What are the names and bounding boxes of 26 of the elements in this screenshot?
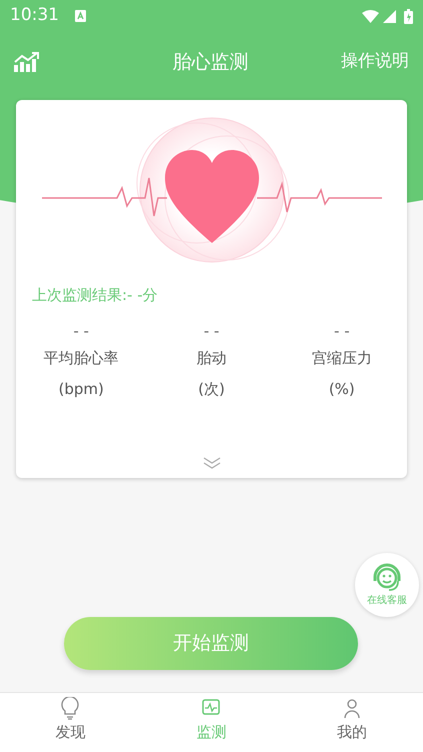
- start-monitoring-button[interactable]: 开始监测: [64, 617, 358, 670]
- lightbulb-icon: [60, 697, 80, 721]
- stat-value: - -: [73, 322, 89, 339]
- stat-unit: (%): [328, 378, 355, 400]
- nav-tab[interactable]: 发现: [0, 693, 141, 752]
- stat-unit: (bpm): [58, 378, 104, 400]
- stat-label: 胎动: [196, 348, 226, 369]
- chart-icon[interactable]: [14, 52, 40, 72]
- nav-tab[interactable]: 监测: [140, 693, 282, 752]
- instructions-link[interactable]: 操作说明: [341, 49, 409, 75]
- stat-label: 平均胎心率: [44, 348, 119, 369]
- person-icon: [342, 697, 362, 721]
- stat-value: - -: [204, 322, 220, 339]
- nav-tab[interactable]: 我的: [282, 693, 423, 752]
- signal-icon: [383, 10, 396, 22]
- stat-value: - -: [334, 322, 350, 339]
- battery-icon: [404, 8, 413, 24]
- notification-icon: [75, 10, 86, 22]
- page-title: 胎心监测: [172, 50, 248, 75]
- stat-unit: (次): [198, 378, 225, 400]
- status-time: 10:31: [10, 4, 59, 28]
- customer-service-button[interactable]: 在线客服: [355, 553, 419, 617]
- last-result-text: 上次监测结果:- -分: [31, 285, 159, 306]
- wifi-icon: [362, 10, 379, 22]
- stat-label: 宫缩压力: [312, 348, 372, 369]
- expand-icon[interactable]: [202, 456, 222, 470]
